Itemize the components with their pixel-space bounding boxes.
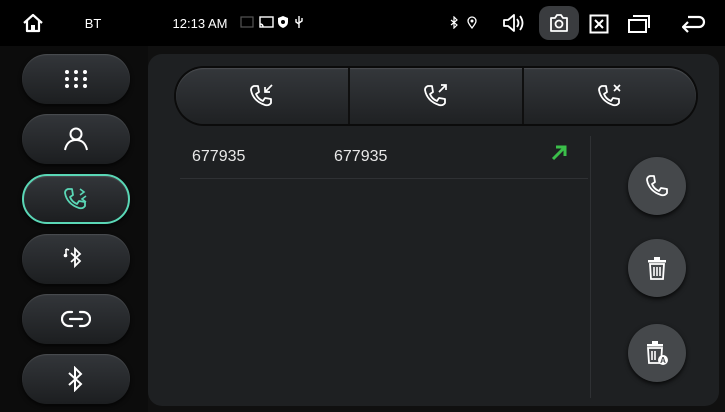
dialpad-icon <box>63 68 89 90</box>
sidebar-item-bt-music[interactable] <box>22 234 130 284</box>
sidebar-item-call-log[interactable] <box>22 174 130 224</box>
sidebar-item-bt-settings[interactable] <box>22 354 130 404</box>
app-title: BT <box>84 15 102 31</box>
volume-icon[interactable] <box>500 10 528 36</box>
delete-icon <box>646 256 668 280</box>
status-bar: BT 12:13 AM <box>0 0 725 46</box>
call-name: 677935 <box>192 148 246 165</box>
svg-text:A: A <box>660 356 666 365</box>
clock: 12:13 AM <box>172 15 228 31</box>
window-icon[interactable] <box>626 12 652 36</box>
link-icon <box>61 309 91 329</box>
usb-icon <box>293 14 305 30</box>
sidebar <box>0 46 148 412</box>
screenshot-icon[interactable] <box>539 6 579 40</box>
call-type-tabs <box>176 68 696 124</box>
cast-icon <box>258 14 274 30</box>
shield-icon <box>276 14 290 30</box>
sidebar-item-dialpad[interactable] <box>22 54 130 104</box>
outgoing-call-icon <box>423 83 449 109</box>
person-icon <box>63 127 89 151</box>
outgoing-arrow-icon <box>550 144 568 162</box>
location-icon <box>466 14 478 30</box>
bluetooth-icon <box>66 366 86 392</box>
call-icon <box>645 174 669 198</box>
close-box-icon[interactable] <box>587 12 611 36</box>
call-log-icon <box>63 187 89 211</box>
list-item[interactable]: 677935 677935 <box>180 136 588 179</box>
call-number: 677935 <box>334 148 388 165</box>
tab-missed[interactable] <box>524 68 696 124</box>
music-bluetooth-icon <box>63 246 89 272</box>
sim-icon <box>240 15 254 29</box>
home-icon[interactable] <box>20 10 46 36</box>
incoming-call-icon <box>249 83 275 109</box>
back-icon[interactable] <box>680 11 708 35</box>
delete-button[interactable] <box>628 239 686 297</box>
tab-outgoing[interactable] <box>350 68 524 124</box>
sidebar-item-contacts[interactable] <box>22 114 130 164</box>
tab-incoming[interactable] <box>176 68 350 124</box>
bluetooth-small-icon <box>448 15 460 29</box>
sidebar-item-connect[interactable] <box>22 294 130 344</box>
divider <box>590 136 591 398</box>
call-button[interactable] <box>628 157 686 215</box>
delete-all-button[interactable]: A <box>628 324 686 382</box>
call-log-panel: 677935 677935 A <box>148 54 719 406</box>
delete-all-icon: A <box>645 340 669 366</box>
missed-call-icon <box>597 83 623 109</box>
